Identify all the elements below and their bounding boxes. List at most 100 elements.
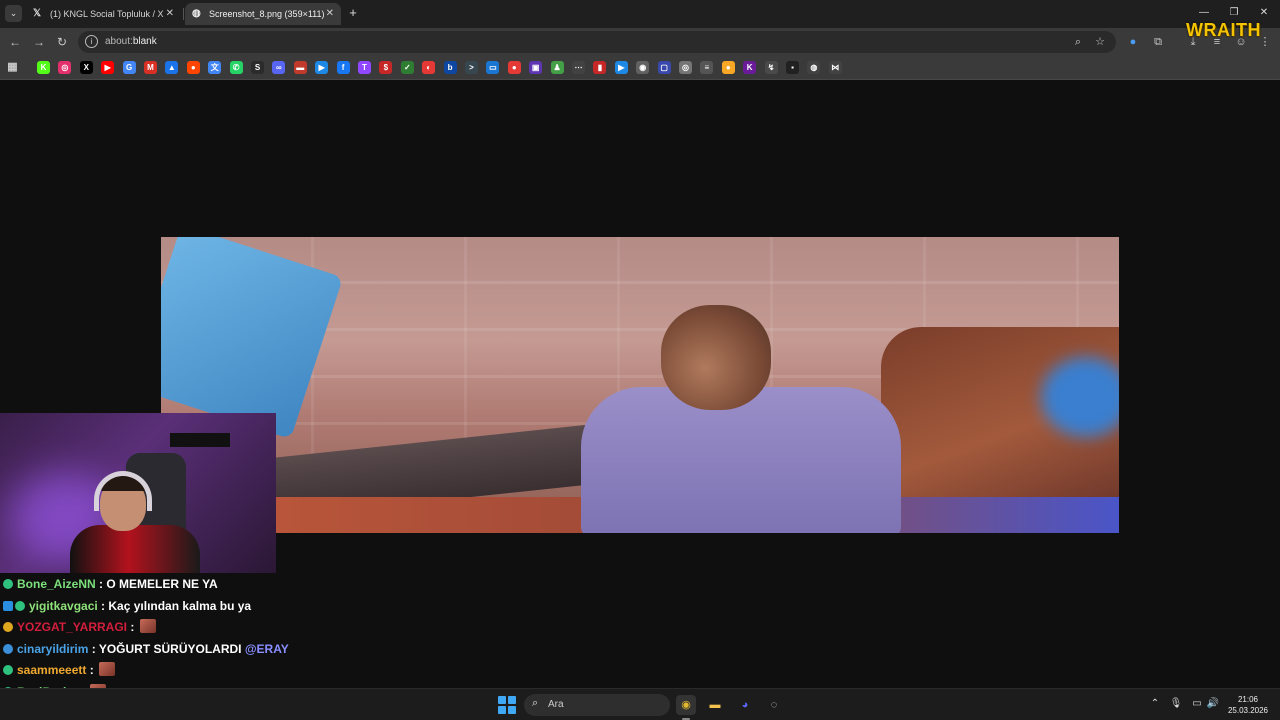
- tab-title: (1) KNGL Social Topluluk / X: [50, 9, 164, 19]
- reddit-icon[interactable]: ●: [186, 61, 200, 74]
- address-url[interactable]: about:blank: [105, 31, 157, 53]
- tab-kngl-social[interactable]: 𝕏 (1) KNGL Social Topluluk / X ✕: [26, 3, 181, 25]
- start-button[interactable]: [498, 696, 516, 714]
- taskbar: ⌕ Ara ◉ ▬ ◕ ◌ ⌃ 🎙 ▭ 🔊 21:06 25.03.2026: [0, 688, 1280, 720]
- reload-icon[interactable]: ↻: [53, 33, 71, 51]
- chevron-up-icon[interactable]: ⌃: [1148, 697, 1162, 711]
- chat-separator: :: [95, 577, 107, 591]
- app-icon-11[interactable]: ●: [507, 61, 521, 74]
- apps-grid-icon[interactable]: ▦: [6, 61, 19, 74]
- chat-separator: :: [86, 663, 98, 678]
- app-icon-14[interactable]: ⋯: [572, 61, 585, 74]
- app-icon-2[interactable]: ∞: [272, 61, 286, 74]
- restore-icon[interactable]: ❐: [1226, 5, 1242, 21]
- app-icon-21[interactable]: ●: [721, 61, 735, 74]
- app-icon-13[interactable]: ♟: [550, 61, 564, 74]
- close-icon[interactable]: ✕: [326, 3, 334, 25]
- tab-strip: ⌄ 𝕏 (1) KNGL Social Topluluk / X ✕ ◍ Scr…: [0, 0, 1280, 28]
- chat-username: saammeeett: [17, 663, 87, 678]
- chat-mention: @ERAY: [244, 641, 289, 656]
- instagram-icon[interactable]: ◎: [58, 61, 72, 74]
- url-host: blank: [132, 36, 157, 47]
- app-icon-6[interactable]: ✓: [400, 61, 414, 74]
- tab-screenshot[interactable]: ◍ Screenshot_8.png (359×111) ✕: [185, 3, 341, 25]
- whatsapp-icon[interactable]: ✆: [229, 61, 243, 74]
- new-tab-button[interactable]: +: [346, 4, 360, 22]
- chat-separator: :: [127, 620, 138, 635]
- webcam-body: [70, 525, 200, 573]
- app-icon-25[interactable]: ◍: [807, 61, 821, 74]
- translate-icon[interactable]: 文: [208, 61, 222, 74]
- twitch-icon[interactable]: T: [358, 61, 371, 74]
- subscriber-badge-icon: [3, 643, 13, 654]
- chat-text: YOĞURT SÜRÜYOLARDI: [98, 641, 242, 656]
- bookmarks-bar: ▦ K ◎ X ▶ G M ▲ ● 文 ✆ S ∞ ▬ ▶ f T $ ✓ ◐ b > ▭ ● ▣ ♟ ⋯ ▮ ▶ ◉ ▢ ◎ ≡ ● K ↯ ▪ ◍ ⋈: [0, 56, 1280, 80]
- forward-icon[interactable]: →: [30, 33, 48, 51]
- app-icon-9[interactable]: >: [465, 61, 478, 74]
- globe-icon: ◍: [192, 8, 201, 19]
- chat-username: Bone_AizeNN: [17, 577, 96, 591]
- extension-shield-icon[interactable]: ●: [1125, 34, 1141, 50]
- chrome-icon[interactable]: ◉: [676, 695, 696, 715]
- url-scheme: about:: [105, 36, 133, 47]
- app-icon-7[interactable]: ◐: [422, 61, 436, 74]
- app-icon-1[interactable]: S: [251, 61, 264, 74]
- close-icon[interactable]: ✕: [166, 3, 174, 25]
- app-icon-26[interactable]: ⋈: [828, 61, 842, 74]
- facebook-icon[interactable]: f: [336, 61, 350, 74]
- app-icon-16[interactable]: ▶: [614, 61, 628, 74]
- app-icon-5[interactable]: $: [379, 61, 393, 74]
- search-label: Ara: [548, 699, 564, 710]
- info-icon[interactable]: i: [85, 35, 98, 48]
- prime-badge-icon: [3, 600, 13, 611]
- app-icon-23[interactable]: ↯: [764, 61, 778, 74]
- address-bar[interactable]: i about:blank ⌕ ☆: [78, 31, 1116, 53]
- x-icon[interactable]: X: [79, 61, 93, 74]
- app-icon-12[interactable]: ▣: [529, 61, 543, 74]
- chat-username: YOZGAT_YARRAGI: [17, 620, 128, 635]
- chat-message: saammeeett :: [3, 660, 403, 682]
- microphone-icon[interactable]: 🎙: [1169, 697, 1183, 711]
- volume-icon[interactable]: 🔊: [1206, 697, 1220, 711]
- browser-toolbar: ← → ↻ i about:blank ⌕ ☆ ● ⧉ ⤓ ≡ ☺ ⋮: [0, 28, 1280, 56]
- app-icon-4[interactable]: ▶: [315, 61, 329, 74]
- back-icon[interactable]: ←: [6, 33, 24, 51]
- zoom-icon[interactable]: ⌕: [1070, 34, 1086, 50]
- app-icon-20[interactable]: ≡: [700, 61, 714, 74]
- chat-emote: [99, 662, 116, 677]
- gmail-icon[interactable]: M: [144, 61, 157, 74]
- tab-search-button[interactable]: ⌄: [5, 5, 22, 22]
- subscriber-badge-icon: [3, 665, 13, 676]
- taskbar-search[interactable]: ⌕ Ara: [524, 694, 670, 716]
- clock-time: 21:06: [1237, 695, 1259, 704]
- kick-icon[interactable]: K: [37, 61, 50, 74]
- image-person-body: [581, 387, 901, 533]
- network-icon[interactable]: ▭: [1190, 697, 1204, 711]
- app-icon-15[interactable]: ▮: [593, 61, 607, 74]
- youtube-icon[interactable]: ▶: [101, 61, 115, 74]
- chat-emote: [139, 619, 156, 634]
- bookmark-star-icon[interactable]: ☆: [1092, 34, 1108, 50]
- app-icon-3[interactable]: ▬: [293, 61, 307, 74]
- system-clock[interactable]: 21:06 25.03.2026: [1226, 694, 1270, 716]
- app-icon-22[interactable]: K: [743, 61, 757, 74]
- app-icon-24[interactable]: ▪: [786, 61, 799, 74]
- app-icon-8[interactable]: b: [443, 61, 457, 74]
- clock-date: 25.03.2026: [1227, 706, 1269, 715]
- drive-icon[interactable]: ▲: [165, 61, 179, 74]
- tab-title: Screenshot_8.png (359×111): [209, 9, 325, 19]
- app-icon-17[interactable]: ◉: [636, 61, 650, 74]
- chat-separator: :: [88, 641, 99, 656]
- google-icon[interactable]: G: [122, 61, 136, 74]
- webcam-overlay: [0, 413, 276, 573]
- tab-separator: [183, 8, 184, 20]
- discord-icon[interactable]: ◕: [735, 695, 755, 715]
- app-icon-18[interactable]: ▢: [657, 61, 671, 74]
- app-icon-10[interactable]: ▭: [486, 61, 500, 74]
- app-icon-19[interactable]: ◎: [679, 61, 692, 74]
- file-explorer-icon[interactable]: ▬: [705, 695, 725, 715]
- minimize-icon[interactable]: —: [1196, 5, 1212, 21]
- app-icon[interactable]: ◌: [764, 695, 784, 715]
- close-window-icon[interactable]: ✕: [1256, 5, 1272, 21]
- extensions-puzzle-icon[interactable]: ⧉: [1150, 34, 1166, 50]
